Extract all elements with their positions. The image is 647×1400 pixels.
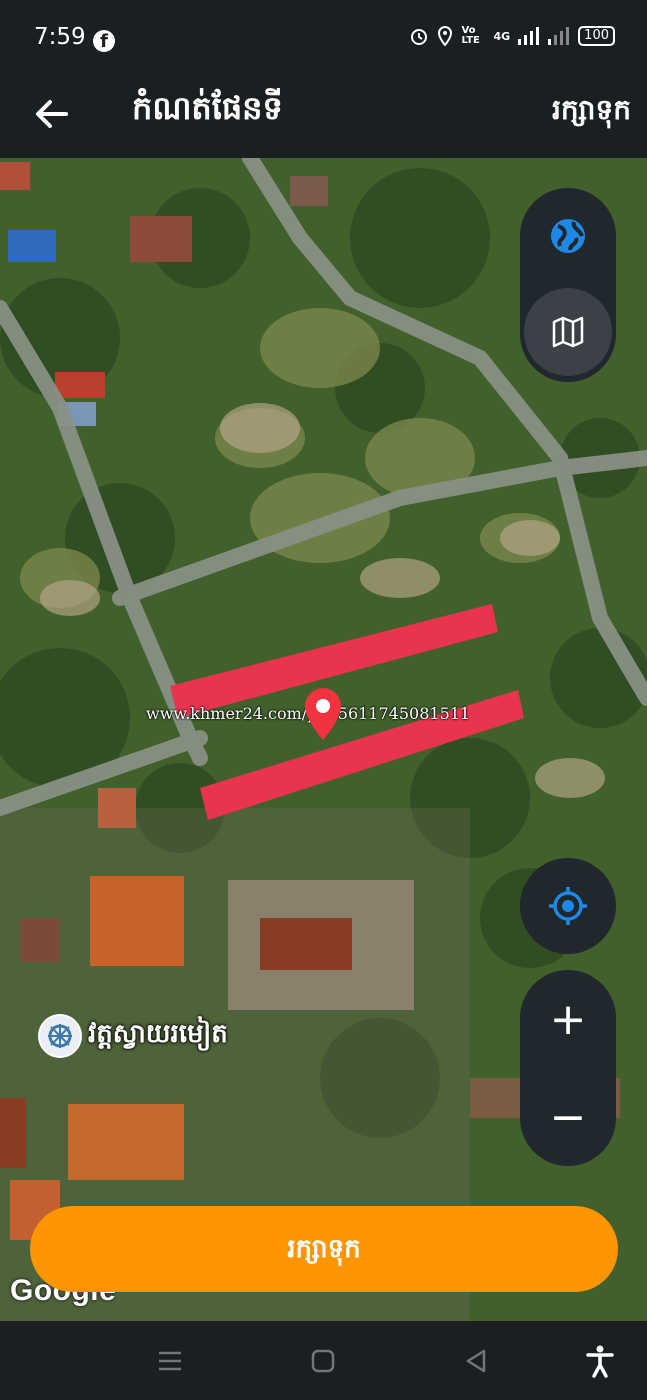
place-marker[interactable]: វត្តស្វាយរមៀត — [38, 1014, 228, 1058]
zoom-control: + − — [520, 970, 616, 1166]
map-type-control — [520, 188, 616, 382]
map-icon — [552, 316, 584, 348]
temple-wheel-icon — [38, 1014, 82, 1058]
back-arrow-icon[interactable] — [30, 92, 74, 136]
map-view[interactable]: www.khmer24.com/p445611745081511 វត្តស្វ… — [0, 158, 647, 1321]
facebook-icon: f — [93, 30, 115, 52]
globe-icon — [551, 219, 585, 253]
save-link[interactable]: រក្សាទុក — [552, 92, 631, 133]
signal-2-icon — [548, 27, 570, 45]
location-pin-icon[interactable] — [300, 686, 346, 744]
system-nav-bar — [0, 1321, 647, 1400]
map-view-button[interactable] — [524, 288, 612, 376]
volte-label: Vo LTE — [461, 25, 480, 46]
alarm-icon — [411, 29, 428, 45]
accessibility-icon — [586, 1345, 614, 1378]
accessibility-button[interactable] — [582, 1343, 618, 1379]
location-icon — [438, 26, 453, 46]
home-button[interactable] — [305, 1343, 341, 1379]
save-button[interactable]: រក្សាទុក — [30, 1206, 618, 1292]
battery-icon: 100 — [578, 26, 615, 46]
place-label: វត្តស្វាយរមៀត — [88, 1019, 228, 1049]
zoom-in-button[interactable]: + — [520, 980, 616, 1060]
home-icon — [311, 1349, 335, 1373]
network-label: 4G — [493, 29, 511, 43]
signal-icon — [518, 27, 540, 45]
page-title: កំណត់ផែនទី — [132, 89, 283, 127]
status-icons: Vo LTE 4G 100 — [409, 26, 615, 46]
menu-icon — [159, 1351, 181, 1371]
zoom-out-button[interactable]: − — [520, 1078, 616, 1158]
back-triangle-icon — [466, 1349, 486, 1373]
globe-button[interactable] — [528, 196, 608, 276]
locate-button[interactable] — [520, 858, 616, 954]
app-bar: កំណត់ផែនទី រក្សាទុក — [0, 78, 647, 158]
recent-apps-button[interactable] — [152, 1343, 188, 1379]
locate-icon — [549, 887, 587, 925]
status-time: 7:59 — [34, 24, 86, 50]
status-bar: 7:59 f Vo LTE 4G 100 — [0, 0, 647, 78]
back-button[interactable] — [458, 1343, 494, 1379]
